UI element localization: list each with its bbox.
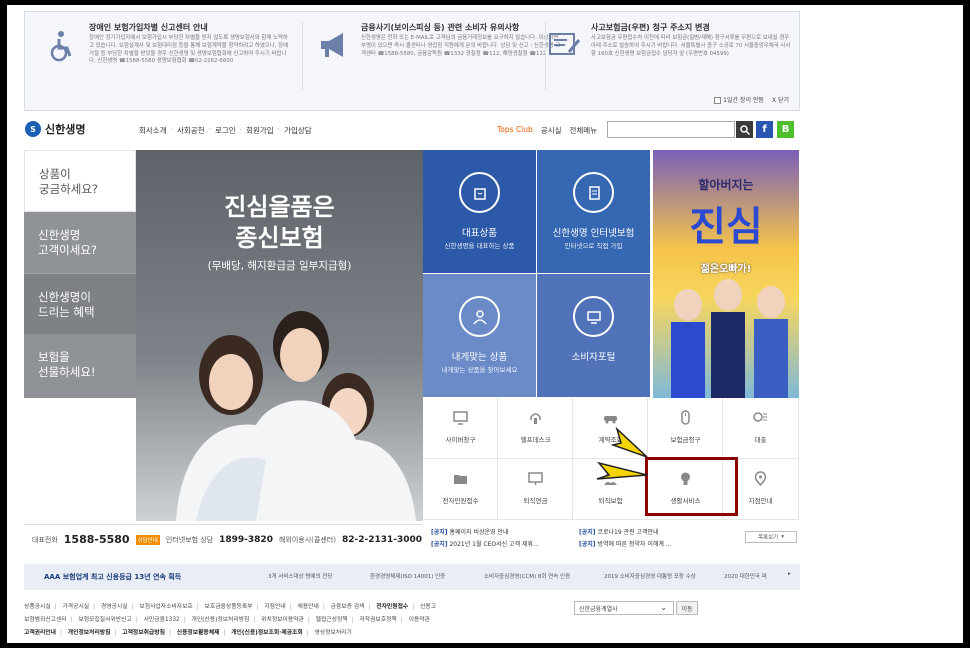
notice-fraud: 금융사기(보이스피싱 등) 관련 소비자 유의사항 신한생명은 전화 또는 E-… (317, 20, 560, 96)
award-item: 3개 서비스대상 명예의 전당 (268, 574, 333, 580)
notice-item[interactable]: [공지] 홈페이지 비상운영 안내 (431, 527, 508, 536)
more-notices-button[interactable]: 목록보기 ▾ (745, 531, 797, 543)
notice-address-change: 사고보험금(우편) 청구 주소지 변경 사고보험금 우편접수처 이전에 따라 보… (547, 20, 797, 96)
left-menu-gift[interactable]: 보험을 선물하세요! (24, 334, 136, 398)
tops-club-link[interactable]: Tops Club (497, 125, 533, 136)
aaa-rating: AAA 보험업계 최고 신용등급 13년 연속 획득 (44, 573, 182, 581)
nav-join[interactable]: 회원가입 (246, 125, 274, 136)
awards-next-icon[interactable]: ▸ (788, 571, 791, 577)
footer-links: 상품공시실 | 가격공시실 | 경영공시실 | 보험사업자소비자보호 | 보호금융상품등… (24, 601, 564, 640)
top-nav: 회사소개 · 사회공헌 · 로그인 · 회원가입 · 가입상담 (139, 125, 312, 136)
left-menu-products[interactable]: 상품이 궁금하세요? (24, 150, 136, 212)
notice-body: 신한생명은 전화 또는 E-MAIL로 고객님의 금융거래정보를 요구하지 않습… (361, 35, 561, 57)
quick-loan[interactable]: 대출 (723, 398, 799, 459)
award-item: 소비자중심경영(CCM) 8회 연속 인증 (484, 574, 571, 580)
coin-icon (753, 412, 767, 422)
highlight-box (645, 457, 738, 516)
footer-row: 상품공시실 | 가격공시실 | 경영공시실 | 보험사업자소비자보호 | 보호금융상품등… (24, 604, 437, 610)
chevron-down-icon: ⌄ (660, 603, 667, 612)
rep-phone: 1588-5580 (63, 533, 130, 546)
notice-banner: 장애인 보험가입차별 신고센터 안내 장애인 장기가입자에서 보험가입시 부당한… (24, 11, 800, 111)
chevron-down-icon: ▾ (781, 534, 784, 540)
search-icon (739, 124, 750, 135)
monitor-icon (573, 296, 614, 337)
family-site-go-button[interactable]: 이동 (676, 601, 698, 615)
utility-links: Tops Club 공시실 전체메뉴 (497, 125, 597, 136)
wheelchair-icon (50, 31, 72, 62)
chart-icon (528, 472, 543, 485)
quick-help-desk[interactable]: 헬프데스크 (498, 398, 573, 459)
award-item: 환경경영체제(ISO 14001) 인증 (370, 574, 446, 580)
document-pen-icon (549, 33, 581, 55)
folder-icon (454, 475, 467, 484)
family-site-select[interactable]: 신한금융계열사 ⌄ (574, 601, 674, 615)
quick-claim[interactable]: 보험금청구 (648, 398, 723, 459)
internet-insurance-tile[interactable]: 신한생명 인터넷보험 인터넷으로 직접 가입 (537, 150, 650, 273)
consumer-portal-tile[interactable]: 소비자포털 (537, 274, 650, 397)
public-disclosure-link[interactable]: 공시실 (541, 125, 562, 136)
notice-body: 사고보험금 우편접수처 이전에 따라 보험금(질병/재해) 청구서류를 우편으로… (591, 35, 791, 57)
all-menu-link[interactable]: 전체메뉴 (570, 125, 598, 136)
notice-title: 장애인 보험가입차별 신고센터 안내 (89, 23, 208, 32)
notice-disability: 장애인 보험가입차별 신고센터 안내 장애인 장기가입자에서 보험가입시 부당한… (45, 20, 295, 96)
bag-icon (459, 172, 500, 213)
awards-strip: AAA 보험업계 최고 신용등급 13년 연속 획득 3개 서비스대상 명예의 … (24, 564, 800, 590)
dont-show-checkbox[interactable]: 1일간 창이 안뜸 (714, 95, 764, 104)
online-phone: 1899-3820 (219, 534, 273, 545)
search-button[interactable] (736, 121, 753, 138)
hero-banner[interactable]: 진심을품은 종신보험 (무배당, 해지환급금 일부지급형) (136, 150, 423, 521)
quick-e-complaint[interactable]: 전자민원접수 (423, 459, 498, 520)
logo[interactable]: S 신한생명 (25, 121, 85, 137)
award-item: 2020 대한민국 퍼 (724, 574, 767, 580)
left-menu-benefits[interactable]: 신한생명이 드리는 혜택 (24, 273, 136, 334)
promo-poster[interactable]: 할아버지는 진심 젊은오빠가! (653, 150, 799, 398)
family-photo (176, 311, 416, 521)
blog-icon[interactable]: B (777, 121, 794, 138)
notice-item[interactable]: [공지] 방역에 따른 청약자 이해계 ... (579, 539, 672, 548)
notice-title: 사고보험금(우편) 청구 주소지 변경 (591, 23, 710, 32)
notice-title: 금융사기(보이스피싱 등) 관련 소비자 유의사항 (361, 23, 520, 32)
nav-csr[interactable]: 사회공헌 (177, 125, 205, 136)
matching-products-tile[interactable]: 내게맞는 상품 내게맞는 상품을 찾아보세요 (423, 274, 536, 397)
headset-icon (530, 413, 541, 424)
footer-row: 고객권리안내 | 개인정보처리방침 | 고객정보취급방침 | 신용정보활용체제 | 개인… (24, 630, 352, 636)
contact-strip: 대표전화 1588-5580 상담안내 인터넷보험 상담 1899-3820 해… (24, 524, 423, 554)
close-notice-button[interactable]: X 닫기 (772, 95, 789, 104)
mouse-icon (681, 410, 690, 425)
pointer-arrow-icon (596, 426, 648, 480)
shinhan-logo-icon: S (25, 121, 41, 137)
megaphone-icon (321, 33, 343, 57)
featured-products-tile[interactable]: 대표상품 신한생명을 대표하는 상품 (423, 150, 536, 273)
left-menu-customer[interactable]: 신한생명 고객이세요? (24, 212, 136, 273)
notice-controls: 1일간 창이 안뜸 X 닫기 (714, 95, 789, 104)
notice-body: 장애인 장기가입자에서 보험가입시 부당한 차별을 받지 않도록 생명보험사와 … (89, 35, 289, 65)
notice-item[interactable]: [공지] 코로나19 관련 고객안내 (579, 527, 659, 536)
browser-viewport: 장애인 보험가입차별 신고센터 안내 장애인 장기가입자에서 보험가입시 부당한… (7, 5, 963, 643)
nav-consult[interactable]: 가입상담 (284, 125, 312, 136)
user-icon (459, 296, 500, 337)
notice-list: [공지] 홈페이지 비상운영 안내 [공지] 2021년 1월 CEO서신 고객… (427, 524, 799, 554)
quick-cyber-branch[interactable]: 사이버창구 (423, 398, 498, 459)
award-item: 2019 소비자중심경영 대통령 포장 수상 (604, 574, 696, 580)
nav-company[interactable]: 회사소개 (139, 125, 167, 136)
facebook-icon[interactable]: f (756, 121, 773, 138)
footer-row: 보험범죄신고센터 | 보험모집질서위반신고 | 서민금융1332 | 개인(신용)정보… (24, 617, 430, 623)
consult-guide-button[interactable]: 상담안내 (135, 534, 160, 545)
characters-illustration (671, 279, 788, 398)
monitor-icon (453, 411, 468, 425)
notice-item[interactable]: [공지] 2021년 1월 CEO서신 고객 제휴... (431, 539, 539, 548)
nav-login[interactable]: 로그인 (215, 125, 236, 136)
quick-retirement-pension[interactable]: 퇴직연금 (498, 459, 573, 520)
search-input[interactable] (607, 121, 735, 138)
document-icon (573, 172, 614, 213)
overseas-phone: 82-2-2131-3000 (341, 534, 423, 545)
pin-icon (754, 471, 767, 487)
